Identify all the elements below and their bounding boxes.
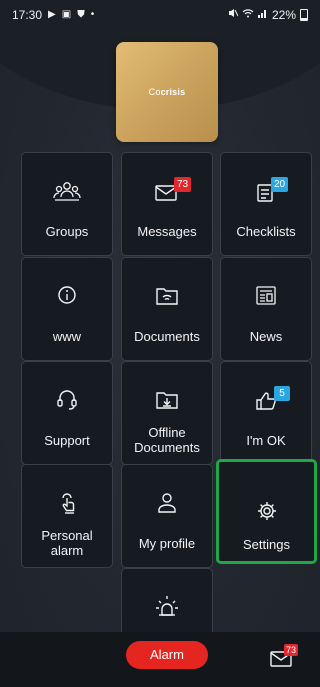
play-store-icon: ▶	[48, 9, 56, 20]
tile-checklists[interactable]: 20 Checklists	[220, 152, 312, 256]
groups-icon	[52, 177, 82, 203]
gallery-icon: ▣	[61, 9, 72, 20]
siren-icon	[152, 593, 182, 619]
tile-support[interactable]: Support	[21, 361, 113, 465]
checklists-badge: 20	[271, 177, 289, 192]
person-icon	[152, 489, 182, 515]
status-time: 17:30	[12, 8, 43, 22]
tile-label: www	[52, 328, 82, 344]
signal-icon	[257, 8, 268, 22]
tile-settings[interactable]: Settings	[216, 459, 317, 564]
home-screen: 17:30 ▶ ▣ ⛊ • 22% Cocrisis Groups 73 Mes…	[0, 0, 320, 687]
dot-icon: •	[90, 9, 95, 20]
touch-hand-icon	[52, 489, 82, 515]
tile-label: Documents	[134, 328, 200, 344]
newspaper-icon	[251, 282, 281, 308]
tile-label: Settings	[243, 536, 290, 552]
battery-icon	[300, 9, 308, 21]
tile-label: Groups	[45, 223, 89, 239]
tile-label: Personal alarm	[41, 528, 93, 558]
tile-label: Offline Documents	[134, 425, 200, 455]
tile-label: Support	[44, 432, 90, 448]
tile-label: Messages	[137, 223, 197, 239]
tile-www[interactable]: www	[21, 257, 113, 361]
messages-badge: 73	[174, 177, 192, 192]
tile-groups[interactable]: Groups	[21, 152, 113, 256]
bottom-bar: Alarm 73	[0, 632, 320, 687]
mute-icon	[228, 8, 239, 22]
tile-label: News	[249, 328, 283, 344]
tile-im-ok[interactable]: 5 I'm OK	[220, 361, 312, 465]
logo-text: Cocrisis	[148, 87, 186, 97]
folder-wifi-icon	[152, 282, 182, 308]
tile-messages[interactable]: 73 Messages	[121, 152, 213, 256]
cocrisis-logo: Cocrisis	[116, 42, 218, 142]
bottom-messages-badge: 73	[284, 644, 299, 656]
headset-icon	[52, 386, 82, 412]
tile-label: I'm OK	[246, 432, 286, 448]
bottom-messages-button[interactable]: 73	[270, 644, 300, 668]
tile-label: Checklists	[236, 223, 296, 239]
shield-icon: ⛊	[77, 9, 85, 20]
tile-news[interactable]: News	[220, 257, 312, 361]
tile-documents[interactable]: Documents	[121, 257, 213, 361]
battery-percent: 22%	[271, 8, 296, 22]
alarm-button[interactable]: Alarm	[126, 641, 208, 669]
folder-download-icon	[152, 386, 182, 412]
wifi-icon	[242, 8, 254, 22]
tile-label: My profile	[138, 535, 196, 551]
gear-icon	[252, 498, 282, 524]
tile-personal-alarm[interactable]: Personal alarm	[21, 464, 113, 568]
tile-offline-documents[interactable]: Offline Documents	[121, 361, 213, 465]
info-icon	[52, 282, 82, 308]
tile-my-profile[interactable]: My profile	[121, 464, 213, 568]
status-bar: 17:30 ▶ ▣ ⛊ • 22%	[0, 0, 320, 28]
im-ok-badge: 5	[274, 386, 290, 401]
